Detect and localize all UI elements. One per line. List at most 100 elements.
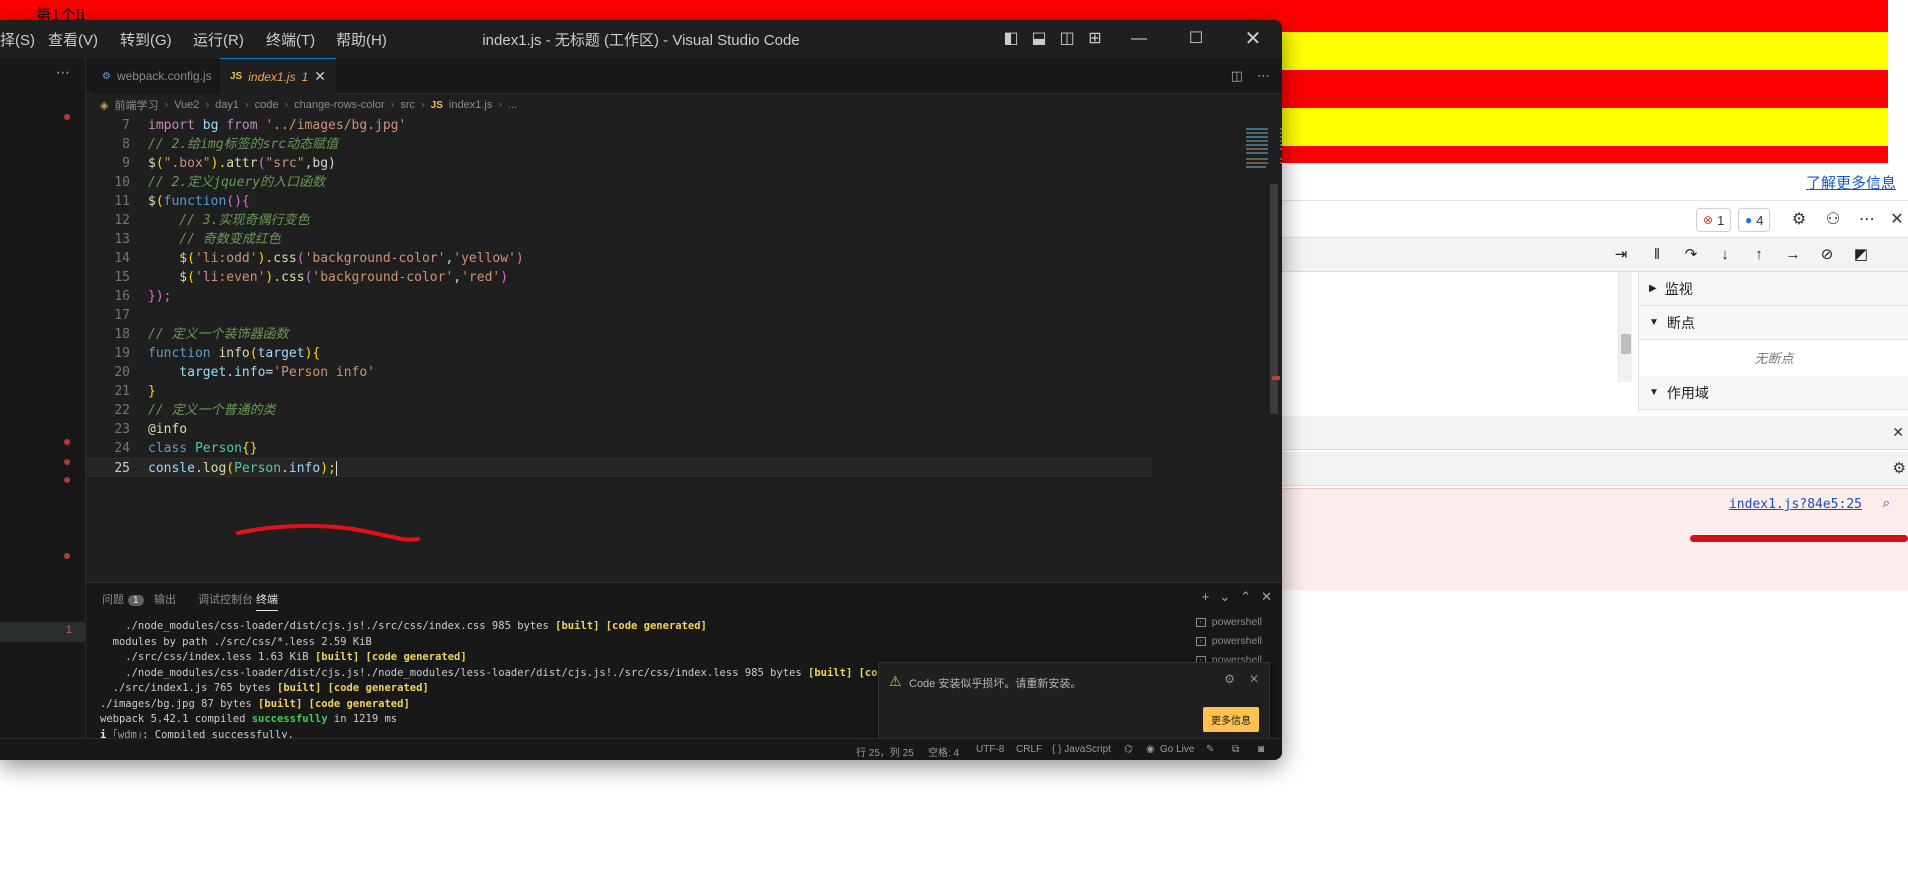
pause-icon[interactable]: ‖ bbox=[1646, 244, 1668, 266]
close-window-icon[interactable]: ✕ bbox=[1242, 28, 1264, 50]
close-tab-icon[interactable]: ✕ bbox=[314, 68, 326, 85]
maximize-icon[interactable]: ☐ bbox=[1185, 28, 1207, 50]
error-dot bbox=[64, 459, 70, 465]
gear-icon[interactable]: ⚙ bbox=[1224, 672, 1235, 686]
more-actions-icon[interactable]: ⋯ bbox=[1257, 68, 1270, 84]
connect-devices-icon[interactable]: ⚇ bbox=[1822, 209, 1844, 231]
notification-controls: ⚙ ✕ bbox=[1224, 672, 1259, 686]
editor-tabs: ⚙ webpack.config.js JS index1.js 1 ✕ ◫ ⋯ bbox=[86, 58, 1282, 94]
breadcrumb-item[interactable]: day1 bbox=[215, 99, 239, 111]
message-count: 4 bbox=[1756, 212, 1764, 228]
toggle-primary-sidebar-icon[interactable]: ◧ bbox=[1000, 28, 1022, 50]
error-dot bbox=[64, 439, 70, 445]
warning-icon: ⚠ bbox=[889, 673, 902, 689]
encoding[interactable]: UTF-8 bbox=[976, 744, 1004, 755]
menu-go[interactable]: 转到(G) bbox=[120, 29, 172, 50]
customize-layout-icon[interactable]: ⊞ bbox=[1084, 28, 1106, 50]
notifications-bell-icon[interactable]: ◙ bbox=[1258, 744, 1264, 755]
step-into-icon[interactable]: ↓ bbox=[1714, 244, 1736, 266]
terminal-icon: › bbox=[1195, 637, 1206, 646]
step-icon[interactable]: → bbox=[1782, 244, 1804, 266]
cursor-position[interactable]: 行 25，列 25 bbox=[856, 744, 914, 759]
tab-label: webpack.config.js bbox=[116, 69, 212, 83]
feedback-icon[interactable]: ✎ bbox=[1206, 744, 1214, 755]
menu-view[interactable]: 查看(V) bbox=[48, 29, 98, 50]
indentation[interactable]: 空格: 4 bbox=[928, 744, 959, 759]
watch-section-header[interactable]: ▶ 监视 bbox=[1639, 272, 1908, 306]
code-editor[interactable]: 7 import bg from '../images/bg.jpg' 8// 2… bbox=[86, 116, 1282, 582]
error-count-badge[interactable]: ⊗ 1 bbox=[1696, 208, 1732, 232]
menu-run[interactable]: 运行(R) bbox=[193, 29, 244, 50]
breakpoints-section-header[interactable]: ▼ 断点 bbox=[1639, 306, 1908, 340]
breadcrumb-item[interactable]: code bbox=[255, 99, 279, 111]
language-mode[interactable]: { } JavaScript bbox=[1052, 744, 1111, 755]
breakpoints-label: 断点 bbox=[1666, 314, 1695, 331]
breadcrumb-item[interactable]: Vue2 bbox=[174, 99, 199, 111]
pause-on-exceptions-icon[interactable]: ◩ bbox=[1850, 244, 1872, 266]
sources-scrollbar[interactable] bbox=[1618, 272, 1632, 382]
terminal-instance[interactable]: › powershell bbox=[1195, 632, 1262, 651]
text-cursor bbox=[335, 461, 337, 476]
tab-webpack-config[interactable]: ⚙ webpack.config.js bbox=[92, 58, 222, 94]
tab-index1-js[interactable]: JS index1.js 1 ✕ bbox=[220, 58, 337, 94]
menu-selection[interactable]: 择(S) bbox=[0, 29, 35, 50]
settings-gear-icon[interactable]: ⚙ bbox=[1788, 209, 1810, 231]
scroll-thumb[interactable] bbox=[1621, 334, 1631, 354]
close-icon[interactable]: ✕ bbox=[1249, 672, 1259, 686]
breadcrumb-item[interactable]: 前端学习 bbox=[114, 97, 158, 113]
tab-terminal[interactable]: 终端 bbox=[256, 591, 278, 611]
code-line: 13 // 奇数变成红色 bbox=[114, 232, 281, 247]
scope-section-header[interactable]: ▼ 作用域 bbox=[1639, 376, 1908, 410]
breadcrumb-item[interactable]: index1.js bbox=[449, 99, 492, 111]
layout-icon[interactable]: ⧉ bbox=[1232, 744, 1239, 755]
toggle-secondary-sidebar-icon[interactable]: ◫ bbox=[1056, 28, 1078, 50]
more-actions-icon[interactable]: ⋯ bbox=[56, 64, 70, 81]
more-options-icon[interactable]: ⋯ bbox=[1856, 209, 1878, 231]
menu-terminal[interactable]: 终端(T) bbox=[266, 29, 315, 50]
close-devtools-icon[interactable]: ✕ bbox=[1886, 209, 1908, 231]
caret-down-icon: ▼ bbox=[1649, 317, 1659, 328]
deactivate-breakpoints-icon[interactable]: ⊘ bbox=[1816, 244, 1838, 266]
toggle-sidebar-icon[interactable]: ⇥ bbox=[1610, 244, 1632, 266]
code-line: 23 @info bbox=[114, 422, 188, 437]
editor-scrollbar[interactable] bbox=[1268, 116, 1280, 582]
folder-icon: ◈ bbox=[100, 99, 109, 112]
terminal-instance[interactable]: › powershell bbox=[1195, 613, 1262, 632]
step-over-icon[interactable]: ↷ bbox=[1680, 244, 1702, 266]
breadcrumb-item[interactable]: ... bbox=[508, 99, 517, 111]
error-source-link[interactable]: index1.js?84e5:25 bbox=[1729, 497, 1862, 512]
learn-more-link[interactable]: 了解更多信息 bbox=[1806, 172, 1896, 193]
javascript-file-icon: JS bbox=[230, 71, 243, 82]
minimize-icon[interactable]: — bbox=[1128, 28, 1150, 50]
breadcrumb-item[interactable]: change-rows-color bbox=[294, 99, 384, 111]
tab-label: index1.js bbox=[248, 69, 296, 84]
message-count-badge[interactable]: ● 4 bbox=[1738, 208, 1771, 232]
toggle-panel-icon[interactable]: ⬓ bbox=[1028, 28, 1050, 50]
tab-output[interactable]: 输出 bbox=[154, 591, 176, 607]
maximize-panel-icon[interactable]: ⌃ bbox=[1240, 589, 1251, 605]
close-panel-icon[interactable]: ✕ bbox=[1261, 589, 1272, 605]
chevron-down-icon[interactable]: ⌄ bbox=[1219, 589, 1230, 605]
menu-help[interactable]: 帮助(H) bbox=[336, 29, 387, 50]
console-settings-icon[interactable]: ⚙ bbox=[1893, 459, 1906, 477]
close-icon[interactable]: ✕ bbox=[1892, 424, 1904, 441]
gear-icon: ⚙ bbox=[102, 70, 111, 82]
problem-count: 1 bbox=[65, 624, 72, 636]
tab-debug-console[interactable]: 调试控制台 bbox=[198, 591, 253, 607]
tab-problems[interactable]: 问题 1 bbox=[102, 591, 144, 607]
search-icon[interactable]: ⌕ bbox=[1883, 495, 1890, 511]
tab-problem-count: 1 bbox=[301, 69, 309, 84]
line-ending[interactable]: CRLF bbox=[1016, 744, 1042, 755]
breadcrumb-item[interactable]: src bbox=[400, 99, 415, 111]
step-out-icon[interactable]: ↑ bbox=[1748, 244, 1770, 266]
console-toolbar: ⚙ bbox=[1280, 452, 1908, 486]
devtools-toolbar: ⊗ 1 ● 4 ⚙ ⚇ ⋯ ✕ bbox=[1280, 200, 1908, 238]
explorer-selected-file[interactable]: 1 bbox=[0, 622, 86, 642]
go-live-button[interactable]: Go Live bbox=[1160, 744, 1194, 755]
split-editor-icon[interactable]: ◫ bbox=[1231, 68, 1243, 84]
status-bar: 行 25，列 25 空格: 4 UTF-8 CRLF { } JavaScrip… bbox=[0, 738, 1282, 760]
more-info-button[interactable]: 更多信息 bbox=[1203, 707, 1259, 732]
formatter-icon[interactable]: ⌬ bbox=[1124, 744, 1133, 755]
broadcast-icon: ◉ bbox=[1146, 744, 1155, 755]
new-terminal-icon[interactable]: + bbox=[1202, 589, 1210, 605]
